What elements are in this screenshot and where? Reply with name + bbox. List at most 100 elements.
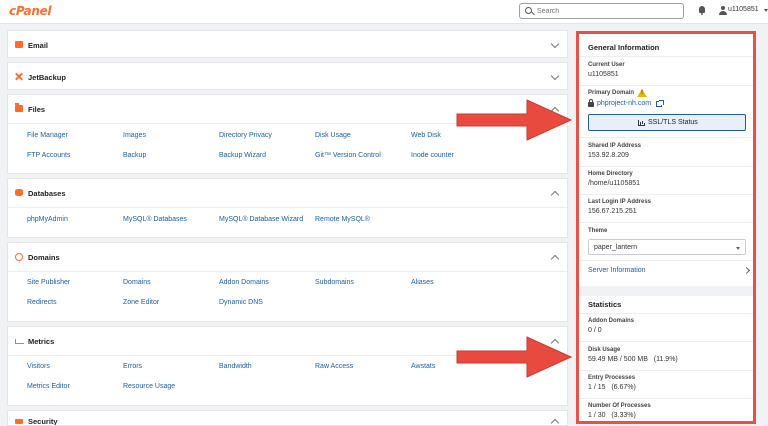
addon-domains-label: Addon Domains (588, 318, 634, 324)
panel-header-security[interactable]: Security (8, 411, 567, 426)
raw-access-link[interactable]: Raw Access (315, 363, 353, 370)
visitors-link[interactable]: Visitors (27, 363, 50, 370)
disk-usage-label: Disk Usage (588, 347, 621, 353)
divider (579, 56, 753, 57)
link-row: Metrics Editor Resource Usage (8, 383, 567, 395)
chevron-up-icon[interactable] (550, 418, 560, 425)
shared-ip-label: Shared IP Address (588, 143, 642, 149)
panel-header-jetbackup[interactable]: JetBackup (8, 63, 567, 91)
panel-header-databases[interactable]: Databases (8, 179, 567, 207)
phpmyadmin-link[interactable]: phpMyAdmin (27, 216, 68, 223)
panel-title: Metrics (28, 337, 55, 346)
redirects-link[interactable]: Redirects (27, 299, 57, 306)
disk-usage-link[interactable]: Disk Usage (315, 132, 351, 139)
git-version-control-link[interactable]: Git™ Version Control (315, 152, 381, 159)
chevron-right-icon[interactable] (742, 266, 751, 275)
shared-ip-value: 153.92.8.209 (588, 152, 629, 159)
ftp-accounts-link[interactable]: FTP Accounts (27, 152, 70, 159)
panel-title: JetBackup (28, 73, 66, 82)
panel-title: Email (28, 41, 49, 50)
caret-down-icon (736, 247, 740, 250)
chart-icon (638, 120, 644, 126)
ssl-tls-status-button[interactable]: SSL/TLS Status (588, 114, 746, 131)
divider (8, 271, 567, 272)
chevron-down-icon[interactable] (550, 39, 560, 49)
divider (579, 341, 753, 342)
images-link[interactable]: Images (123, 132, 146, 139)
external-link-icon[interactable] (656, 100, 664, 107)
panel-header-domains[interactable]: Domains (8, 243, 567, 271)
theme-select[interactable]: paper_lantern (588, 239, 746, 255)
mysql-database-wizard-link[interactable]: MySQL® Database Wizard (219, 216, 303, 223)
divider (579, 194, 753, 195)
number-of-processes-label: Number Of Processes (588, 403, 651, 409)
panel-title: Databases (28, 189, 66, 198)
bandwidth-link[interactable]: Bandwidth (219, 363, 252, 370)
panel-domains: Domains Site Publisher Domains Addon Dom… (7, 242, 568, 322)
link-row: FTP Accounts Backup Backup Wizard Git™ V… (8, 152, 567, 164)
divider (579, 313, 753, 314)
globe-icon (15, 253, 23, 261)
directory-privacy-link[interactable]: Directory Privacy (219, 132, 272, 139)
resource-usage-link[interactable]: Resource Usage (123, 383, 175, 390)
subdomains-link[interactable]: Subdomains (315, 279, 354, 286)
addon-domains-link[interactable]: Addon Domains (219, 279, 269, 286)
divider (579, 260, 753, 261)
panel-security: Security (7, 410, 568, 426)
remote-mysql-link[interactable]: Remote MySQL® (315, 216, 370, 223)
backup-link[interactable]: Backup (123, 152, 146, 159)
entry-processes-label: Entry Processes (588, 375, 636, 381)
envelope-icon (15, 41, 23, 48)
file-manager-link[interactable]: File Manager (27, 132, 68, 139)
notifications-bell-icon[interactable] (698, 6, 706, 15)
inode-counter-link[interactable]: Inode counter (411, 152, 454, 159)
zone-editor-link[interactable]: Zone Editor (123, 299, 159, 306)
home-directory-label: Home Directory (588, 171, 633, 177)
last-login-ip-value: 156.67.215.251 (588, 208, 637, 215)
jetbackup-icon (15, 73, 23, 80)
aliases-link[interactable]: Aliases (411, 279, 434, 286)
dynamic-dns-link[interactable]: Dynamic DNS (219, 299, 263, 306)
panel-header-email[interactable]: Email (8, 31, 567, 59)
chevron-up-icon[interactable] (550, 190, 560, 200)
chevron-down-icon[interactable] (550, 71, 560, 81)
errors-link[interactable]: Errors (123, 363, 142, 370)
search-box[interactable] (519, 3, 684, 19)
awstats-link[interactable]: Awstats (411, 363, 435, 370)
chart-icon (15, 337, 24, 344)
lock-icon (588, 99, 594, 107)
site-publisher-link[interactable]: Site Publisher (27, 279, 70, 286)
statistics-title: Statistics (588, 300, 622, 309)
database-icon (15, 189, 23, 196)
number-of-processes-value: 1 / 30 (3.33%) (588, 412, 636, 419)
divider (8, 207, 567, 208)
primary-domain-link[interactable]: phproject-nh.com (597, 100, 651, 107)
link-row: Redirects Zone Editor Dynamic DNS (8, 299, 567, 311)
web-disk-link[interactable]: Web Disk (411, 132, 441, 139)
cpanel-logo[interactable]: cPanel (9, 4, 52, 18)
last-login-ip-label: Last Login IP Address (588, 199, 652, 205)
section-gap (579, 286, 753, 296)
chevron-up-icon[interactable] (550, 254, 560, 264)
backup-wizard-link[interactable]: Backup Wizard (219, 152, 266, 159)
warning-icon (637, 89, 647, 97)
annotation-arrow-ssl (456, 99, 573, 141)
panel-title: Security (28, 417, 58, 426)
divider (579, 137, 753, 138)
user-icon (719, 6, 727, 15)
theme-selected-value: paper_lantern (594, 244, 638, 251)
server-information-link[interactable]: Server Information (588, 267, 646, 274)
mysql-databases-link[interactable]: MySQL® Databases (123, 216, 187, 223)
search-input[interactable] (537, 5, 677, 17)
divider (579, 166, 753, 167)
entry-processes-value: 1 / 15 (6.67%) (588, 384, 636, 391)
addon-domains-value: 0 / 0 (588, 327, 602, 334)
divider (579, 398, 753, 399)
folder-icon (15, 103, 23, 112)
domains-link[interactable]: Domains (123, 279, 151, 286)
divider (579, 222, 753, 223)
metrics-editor-link[interactable]: Metrics Editor (27, 383, 70, 390)
annotation-arrow-disk-usage (456, 336, 573, 378)
ssl-tls-status-label: SSL/TLS Status (648, 119, 698, 126)
username: u1105851 (728, 6, 759, 13)
